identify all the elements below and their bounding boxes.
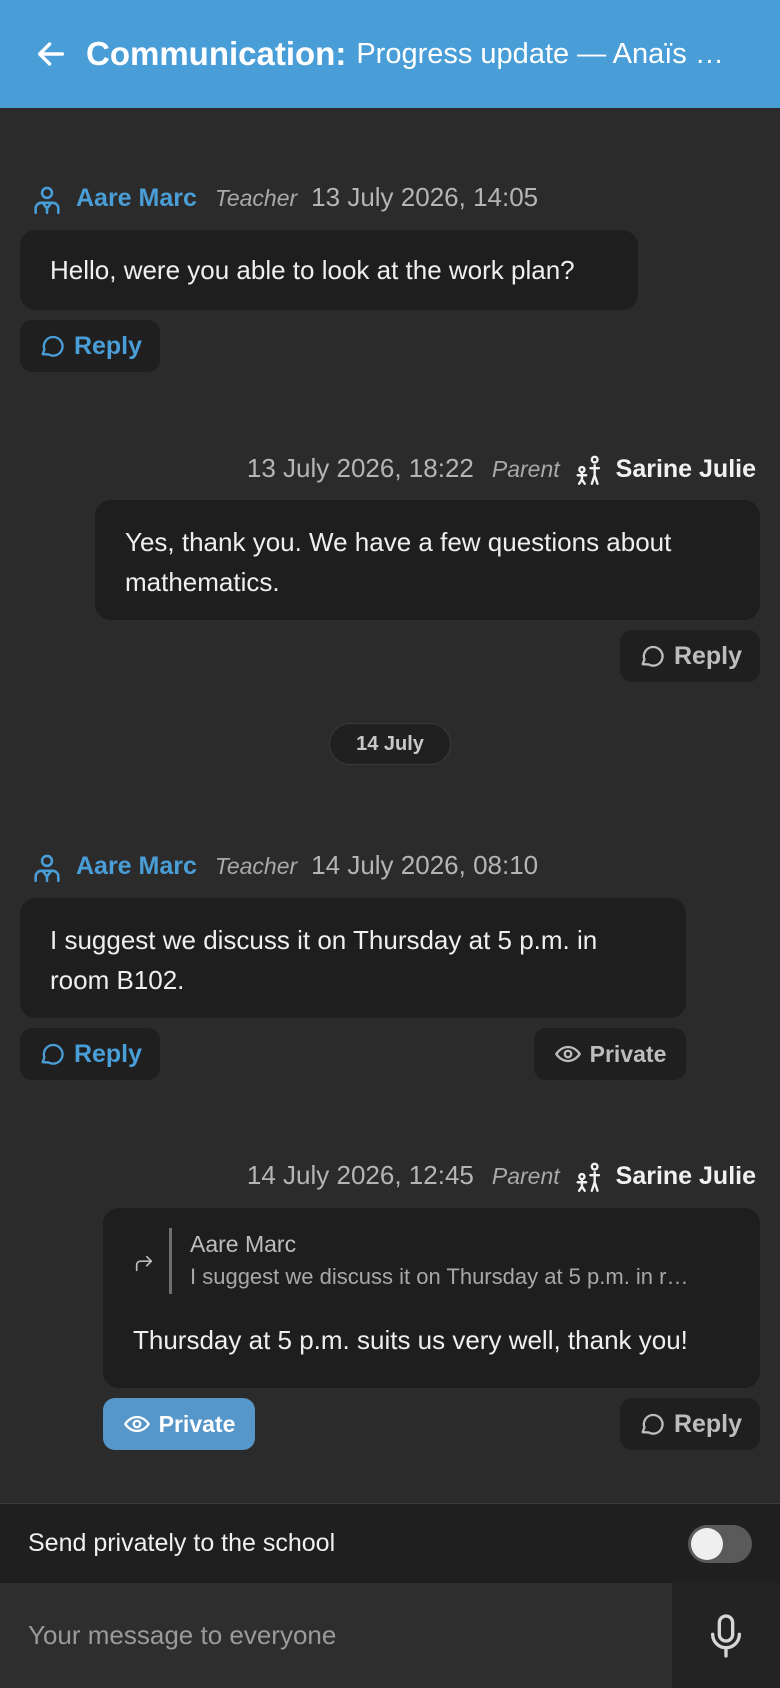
app-header: Communication: Progress update — Anaïs … [0,0,780,108]
reply-button[interactable]: Reply [20,1028,160,1080]
message-author[interactable]: Aare Marc [76,852,197,881]
private-send-bar: Send privately to the school [0,1503,780,1583]
message-composer [0,1583,780,1688]
microphone-button[interactable] [672,1583,780,1688]
message-meta: 14 July 2026, 12:45 Parent Sarine Julie [247,1160,756,1196]
message-date: 14 July 2026, 08:10 [311,850,539,880]
message-author[interactable]: Sarine Julie [616,455,756,484]
private-label: Private [589,1040,667,1067]
message-author[interactable]: Sarine Julie [616,1162,756,1191]
conversation-subject: Progress update — Anaïs … [356,37,724,70]
parent-child-icon [576,1162,600,1192]
microphone-icon [711,1613,741,1658]
reply-label: Reply [673,641,743,670]
message-text: I suggest we discuss it on Thursday at 5… [50,925,598,995]
reply-arrow-icon [135,1255,153,1272]
message-date: 14 July 2026, 12:45 [246,1160,474,1190]
teacher-icon [34,186,60,215]
message-meta: Aare Marc Teacher 13 July 2026, 14:05 [30,182,538,218]
quote-content: Aare Marc I suggest we discuss it on Thu… [169,1228,730,1294]
speech-bubble-icon [41,335,64,357]
reply-label: Reply [673,1409,743,1438]
message-author[interactable]: Aare Marc [76,184,197,213]
message-role: Parent [491,1163,560,1189]
speech-bubble-icon [641,645,664,667]
message-bubble: Yes, thank you. We have a few questions … [95,500,760,620]
message-date: 13 July 2026, 14:05 [311,182,539,212]
message-bubble: Aare Marc I suggest we discuss it on Thu… [103,1208,760,1388]
eye-icon [123,1415,150,1433]
message-meta: Aare Marc Teacher 14 July 2026, 08:10 [30,850,538,886]
message-bubble: Hello, were you able to look at the work… [20,230,638,310]
message-input[interactable] [0,1583,672,1688]
reply-button[interactable]: Reply [620,1398,760,1450]
message-text: Yes, thank you. We have a few questions … [125,527,672,597]
private-button[interactable]: Private [103,1398,255,1450]
message-text: Thursday at 5 p.m. suits us very well, t… [133,1325,688,1355]
message-role: Parent [491,456,560,482]
toggle-knob [691,1527,723,1560]
message-role: Teacher [214,853,298,879]
parent-child-icon [576,455,600,485]
page-title: Communication: [86,35,347,72]
message-meta: 13 July 2026, 18:22 Parent Sarine Julie [247,453,756,489]
date-separator: 14 July [329,723,451,765]
reply-button[interactable]: Reply [20,320,160,372]
eye-icon [554,1045,581,1063]
quote-author: Aare Marc [190,1231,297,1257]
speech-bubble-icon [41,1043,64,1065]
private-label: Private [158,1410,236,1437]
reply-label: Reply [73,331,143,360]
reply-button[interactable]: Reply [620,630,760,682]
teacher-icon [34,854,60,883]
quoted-message[interactable]: Aare Marc I suggest we discuss it on Thu… [133,1228,730,1294]
reply-label: Reply [73,1039,143,1068]
message-text: Hello, were you able to look at the work… [50,255,575,285]
message-role: Teacher [214,185,298,211]
quote-text: I suggest we discuss it on Thursday at 5… [190,1264,689,1289]
arrow-left-icon[interactable] [34,37,68,71]
private-toggle[interactable] [688,1524,752,1563]
private-toggle-label: Send privately to the school [28,1529,336,1557]
message-bubble: I suggest we discuss it on Thursday at 5… [20,898,686,1018]
speech-bubble-icon [641,1413,664,1435]
private-button[interactable]: Private [534,1028,686,1080]
message-date: 13 July 2026, 18:22 [246,453,474,483]
